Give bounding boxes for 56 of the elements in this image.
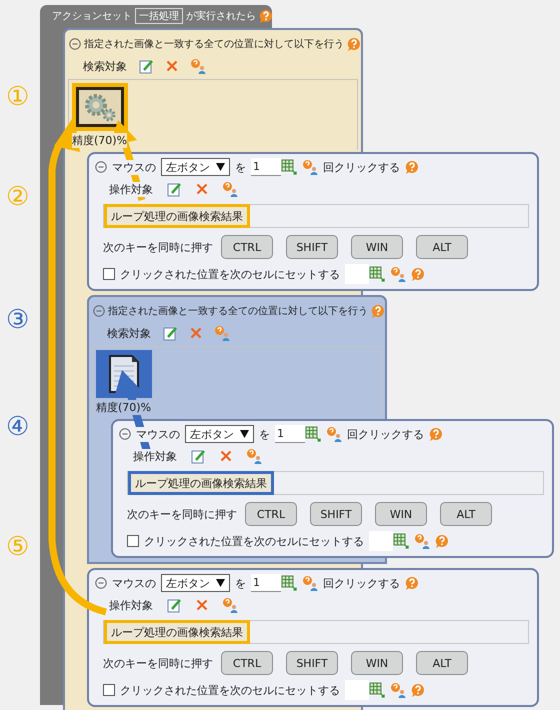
- target-field[interactable]: ループ処理の画像検索結果: [103, 620, 529, 644]
- key-button[interactable]: ALT: [416, 651, 468, 675]
- keys-label: 次のキーを同時に押す: [103, 240, 213, 254]
- key-button[interactable]: WIN: [375, 502, 427, 526]
- search-target-label: 検索対象: [83, 58, 127, 74]
- search-target-label: 検索対象: [107, 326, 151, 340]
- keys-label: 次のキーを同時に押す: [127, 506, 237, 522]
- action-set-name: 一括処理: [135, 8, 183, 24]
- count-field[interactable]: 1: [251, 574, 281, 592]
- target-value: ループ処理の画像検索結果: [104, 204, 250, 228]
- action-label: マウスの: [112, 160, 156, 174]
- checkbox-label: クリックされた位置を次のセルにセットする: [144, 534, 364, 548]
- target-label: 操作対象: [109, 182, 153, 196]
- step-number: ①: [6, 82, 30, 112]
- step-number: ②: [6, 182, 30, 212]
- button-dropdown[interactable]: 左ボタン: [161, 158, 230, 176]
- key-button[interactable]: ALT: [416, 235, 468, 259]
- key-button[interactable]: CTRL: [221, 235, 273, 259]
- action-label: マウスの: [136, 426, 180, 442]
- particle-label: を: [259, 426, 270, 442]
- particle-label: を: [235, 576, 246, 590]
- accuracy-label: 精度(70)%: [96, 400, 152, 415]
- click-label: 回クリックする: [347, 426, 424, 442]
- loop-title: 指定された画像と一致する全ての位置に対して以下を行う: [108, 304, 368, 318]
- checkbox-label: クリックされた位置を次のセルにセットする: [120, 682, 340, 698]
- step-number: ④: [6, 412, 30, 442]
- key-button[interactable]: WIN: [351, 651, 403, 675]
- target-label: 操作対象: [133, 448, 177, 464]
- accuracy-label: 精度(70)%: [72, 133, 128, 148]
- key-button[interactable]: CTRL: [245, 502, 297, 526]
- target-field[interactable]: ループ処理の画像検索結果: [103, 204, 529, 228]
- action-label: マウスの: [112, 576, 156, 590]
- step-number: ⑤: [6, 532, 30, 562]
- count-field[interactable]: 1: [275, 425, 305, 443]
- target-value: ループ処理の画像検索結果: [104, 620, 250, 644]
- button-dropdown[interactable]: 左ボタン: [185, 425, 254, 443]
- key-button[interactable]: WIN: [351, 235, 403, 259]
- count-field[interactable]: 1: [251, 158, 281, 176]
- key-button[interactable]: SHIFT: [310, 502, 362, 526]
- step-number: ③: [6, 305, 30, 335]
- click-label: 回クリックする: [323, 160, 400, 174]
- click-label: 回クリックする: [323, 576, 400, 590]
- loop-title: 指定された画像と一致する全ての位置に対して以下を行う: [84, 38, 344, 51]
- target-label: 操作対象: [109, 598, 153, 612]
- target-field[interactable]: ループ処理の画像検索結果: [127, 471, 544, 495]
- key-button[interactable]: SHIFT: [286, 235, 338, 259]
- keys-label: 次のキーを同時に押す: [103, 656, 213, 670]
- action-set-suffix: が実行されたら: [186, 10, 256, 23]
- action-set-label: アクションセット: [52, 10, 132, 23]
- key-button[interactable]: ALT: [440, 502, 492, 526]
- particle-label: を: [235, 160, 246, 174]
- target-value: ループ処理の画像検索結果: [128, 471, 274, 495]
- key-button[interactable]: SHIFT: [286, 651, 338, 675]
- key-button[interactable]: CTRL: [221, 651, 273, 675]
- checkbox-label: クリックされた位置を次のセルにセットする: [120, 266, 340, 282]
- button-dropdown[interactable]: 左ボタン: [161, 574, 230, 592]
